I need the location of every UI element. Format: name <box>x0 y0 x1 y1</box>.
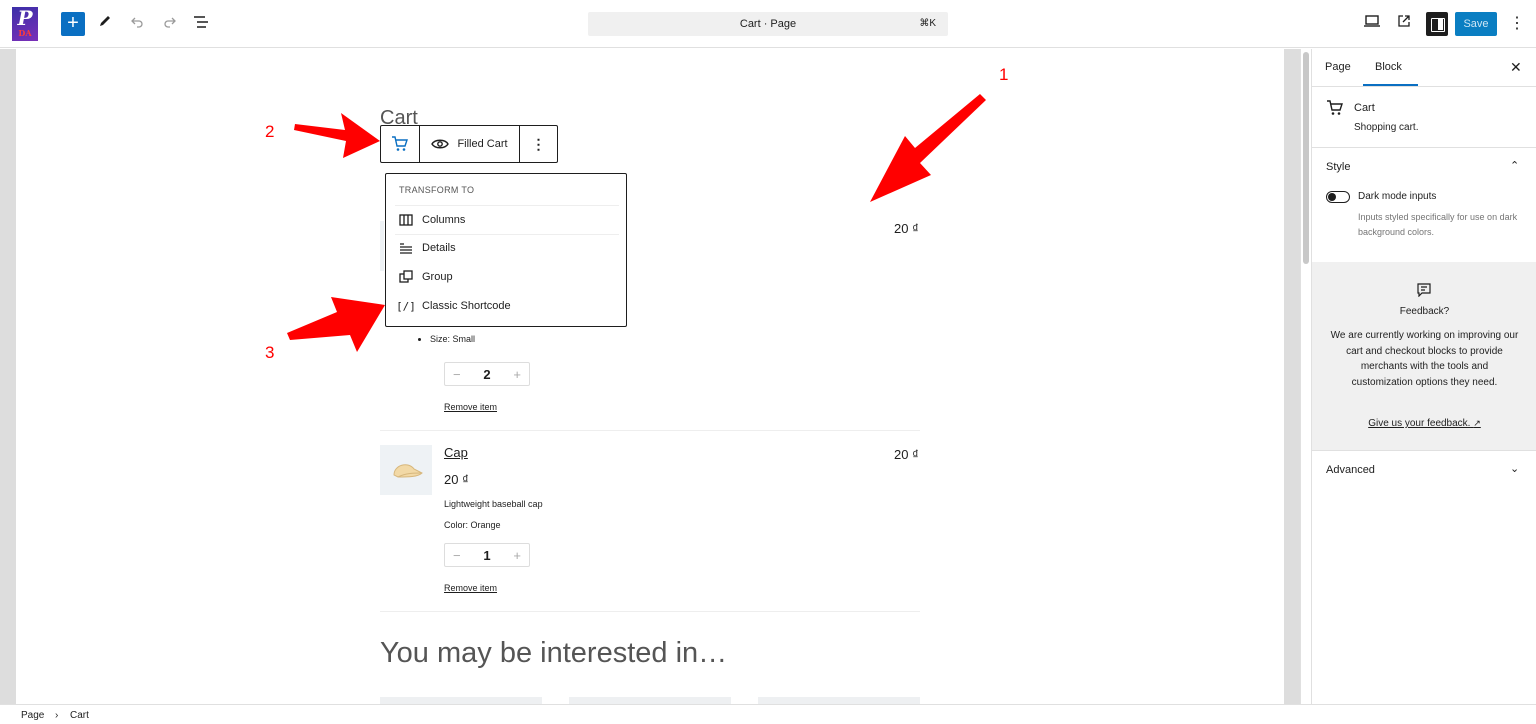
sidebar-tabs: Page Block ✕ <box>1312 49 1536 87</box>
settings-sidebar: Page Block ✕ Cart Shopping cart. Style ⌃… <box>1311 49 1536 704</box>
dark-mode-label: Dark mode inputs <box>1358 191 1437 202</box>
feedback-text: We are currently working on improving ou… <box>1330 330 1519 388</box>
block-description: Shopping cart. <box>1354 122 1419 133</box>
canvas-scrollbar-thumb[interactable] <box>1303 52 1309 264</box>
chevron-up-icon[interactable]: ⌃ <box>1510 159 1519 172</box>
feedback-icon <box>1417 283 1431 298</box>
sidebar-divider <box>1312 450 1536 451</box>
block-cart-icon <box>1326 99 1344 122</box>
breadcrumb-page[interactable]: Page <box>21 710 44 721</box>
feedback-panel: Feedback? We are currently working on im… <box>1312 262 1536 450</box>
external-link-icon: ↗ <box>1473 418 1481 428</box>
active-tab-indicator <box>1363 84 1418 86</box>
advanced-panel-toggle[interactable]: Advanced <box>1326 464 1375 476</box>
annotation-label-3: 3 <box>265 343 275 362</box>
chevron-down-icon[interactable]: ⌄ <box>1510 462 1519 475</box>
breadcrumb-cart[interactable]: Cart <box>70 710 89 721</box>
annotation-arrow-3 <box>287 297 385 352</box>
dark-mode-toggle[interactable] <box>1326 191 1350 203</box>
feedback-link[interactable]: Give us your feedback. ↗ <box>1312 418 1536 429</box>
block-breadcrumb-bar: Page › Cart <box>0 704 1536 724</box>
feedback-title: Feedback? <box>1399 306 1450 317</box>
feedback-link-label: Give us your feedback. <box>1368 418 1471 429</box>
breadcrumb-separator-icon: › <box>55 710 59 721</box>
tab-page[interactable]: Page <box>1325 61 1351 73</box>
dark-mode-help: Inputs styled specifically for use on da… <box>1358 212 1518 237</box>
annotation-label-2: 2 <box>265 122 275 141</box>
tab-block[interactable]: Block <box>1375 61 1402 73</box>
annotation-arrow-1 <box>870 94 986 202</box>
block-title: Cart <box>1354 102 1375 114</box>
annotation-arrow-2 <box>294 113 380 158</box>
style-panel-toggle[interactable]: Style <box>1326 161 1350 173</box>
annotation-label-1: 1 <box>999 65 1009 84</box>
close-icon[interactable]: ✕ <box>1510 59 1522 76</box>
sidebar-divider <box>1312 147 1536 148</box>
